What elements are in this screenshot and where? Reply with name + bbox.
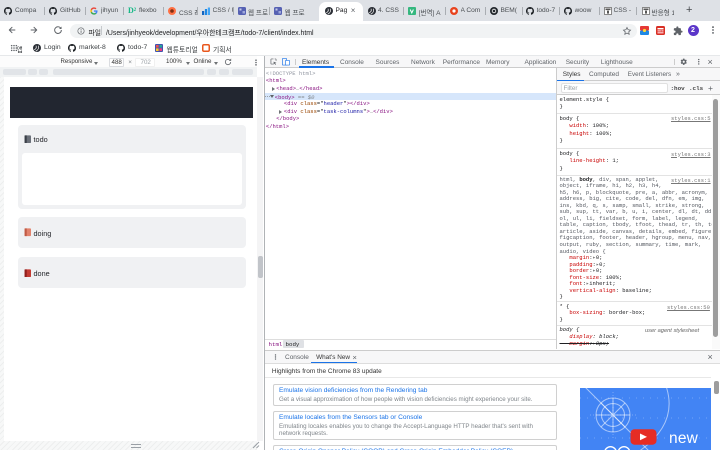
svg-text:new: new <box>669 430 699 447</box>
